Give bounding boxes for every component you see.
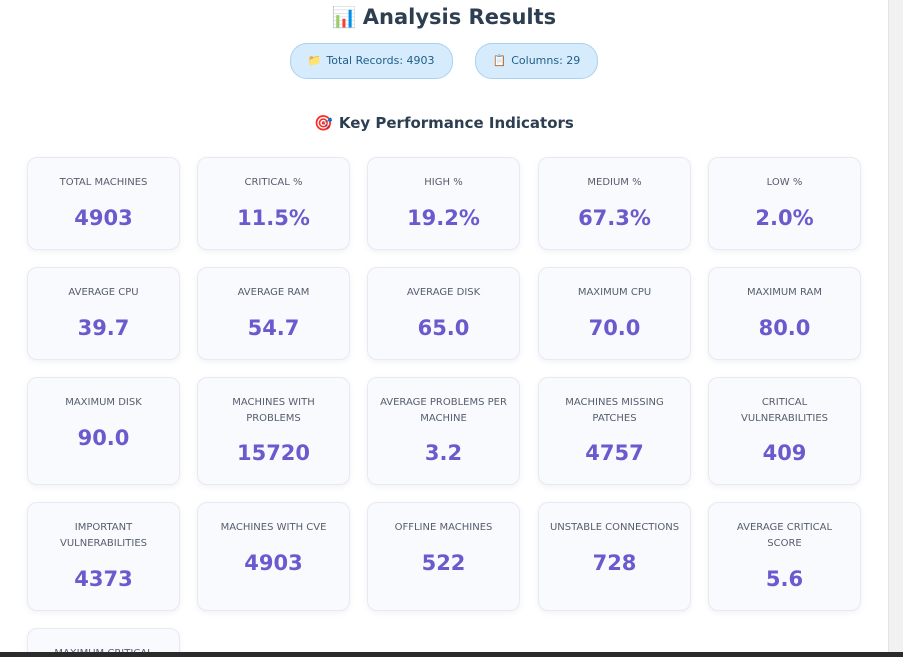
kpi-label: AVERAGE RAM [237, 287, 310, 298]
kpi-heading-text: Key Performance Indicators [338, 114, 574, 132]
kpi-label: TOTAL MACHINES [59, 177, 148, 188]
kpi-card-high-pct: HIGH % 19.2% [367, 157, 520, 250]
kpi-value: 409 [762, 441, 807, 465]
total-records-label: Total Records: 4903 [326, 54, 435, 67]
kpi-card-total-machines: TOTAL MACHINES 4903 [27, 157, 180, 250]
kpi-card-machines-with-problems: MACHINES WITH PROBLEMS 15720 [197, 377, 350, 485]
kpi-value: 70.0 [588, 316, 641, 340]
kpi-value: 54.7 [247, 316, 300, 340]
kpi-value: 2.0% [755, 206, 814, 230]
kpi-value: 5.6 [765, 567, 804, 591]
kpi-label: IMPORTANT VULNERABILITIES [60, 522, 147, 549]
kpi-label: CRITICAL VULNERABILITIES [741, 397, 828, 424]
kpi-label: UNSTABLE CONNECTIONS [549, 522, 680, 533]
kpi-value: 4373 [74, 567, 133, 591]
kpi-section-heading: 🎯 Key Performance Indicators [0, 113, 888, 133]
kpi-value: 39.7 [77, 316, 130, 340]
kpi-label: MACHINES WITH CVE [220, 522, 327, 533]
kpi-label: LOW % [766, 177, 803, 188]
kpi-value: 4903 [74, 206, 133, 230]
kpi-card-unstable-connections: UNSTABLE CONNECTIONS 728 [538, 502, 691, 611]
kpi-label: AVERAGE CPU [68, 287, 139, 298]
kpi-value: 80.0 [758, 316, 811, 340]
summary-badges: 📁 Total Records: 4903 📋 Columns: 29 [0, 43, 888, 79]
kpi-value: 4903 [244, 551, 303, 575]
columns-badge: 📋 Columns: 29 [474, 43, 599, 79]
kpi-label: AVERAGE PROBLEMS PER MACHINE [380, 397, 507, 424]
kpi-card-average-problems-per-machine: AVERAGE PROBLEMS PER MACHINE 3.2 [367, 377, 520, 485]
kpi-card-critical-pct: CRITICAL % 11.5% [197, 157, 350, 250]
window-bottom-edge [0, 652, 903, 657]
kpi-card-maximum-ram: MAXIMUM RAM 80.0 [708, 267, 861, 360]
kpi-value: 90.0 [77, 426, 130, 450]
kpi-label: MAXIMUM CPU [577, 287, 652, 298]
kpi-card-average-disk: AVERAGE DISK 65.0 [367, 267, 520, 360]
clipboard-icon: 📋 [492, 54, 507, 67]
page-title: 📊 Analysis Results [0, 4, 888, 30]
kpi-card-important-vulnerabilities: IMPORTANT VULNERABILITIES 4373 [27, 502, 180, 611]
kpi-value: 67.3% [578, 206, 651, 230]
kpi-label: MAXIMUM DISK [65, 397, 142, 408]
kpi-label: MEDIUM % [587, 177, 642, 188]
kpi-label: AVERAGE DISK [406, 287, 481, 298]
kpi-card-maximum-disk: MAXIMUM DISK 90.0 [27, 377, 180, 485]
bar-chart-icon: 📊 [331, 5, 357, 29]
kpi-value: 65.0 [417, 316, 470, 340]
scrollbar-track[interactable] [888, 0, 903, 652]
kpi-card-critical-vulnerabilities: CRITICAL VULNERABILITIES 409 [708, 377, 861, 485]
kpi-card-maximum-critical: MAXIMUM CRITICAL [27, 628, 180, 652]
folder-icon: 📁 [307, 54, 322, 67]
kpi-value: 522 [421, 551, 466, 575]
kpi-card-medium-pct: MEDIUM % 67.3% [538, 157, 691, 250]
kpi-value: 4757 [585, 441, 644, 465]
kpi-label: MACHINES MISSING PATCHES [565, 397, 664, 424]
kpi-card-average-ram: AVERAGE RAM 54.7 [197, 267, 350, 360]
columns-label: Columns: 29 [511, 54, 581, 67]
kpi-card-machines-with-cve: MACHINES WITH CVE 4903 [197, 502, 350, 611]
kpi-label: AVERAGE CRITICAL SCORE [736, 522, 833, 549]
kpi-card-offline-machines: OFFLINE MACHINES 522 [367, 502, 520, 611]
kpi-value: 15720 [236, 441, 311, 465]
kpi-card-average-critical-score: AVERAGE CRITICAL SCORE 5.6 [708, 502, 861, 611]
kpi-card-average-cpu: AVERAGE CPU 39.7 [27, 267, 180, 360]
kpi-value: 11.5% [237, 206, 310, 230]
kpi-card-maximum-cpu: MAXIMUM CPU 70.0 [538, 267, 691, 360]
page-title-text: Analysis Results [362, 5, 557, 29]
kpi-value: 19.2% [407, 206, 480, 230]
kpi-label: MACHINES WITH PROBLEMS [232, 397, 315, 424]
kpi-label: OFFLINE MACHINES [394, 522, 493, 533]
analysis-results-panel: 📊 Analysis Results 📁 Total Records: 4903 📋… [0, 0, 888, 652]
kpi-value: 3.2 [424, 441, 463, 465]
kpi-label: CRITICAL % [244, 177, 303, 188]
target-icon: 🎯 [314, 114, 333, 132]
kpi-label: HIGH % [424, 177, 463, 188]
kpi-label: MAXIMUM RAM [746, 287, 823, 298]
kpi-card-low-pct: LOW % 2.0% [708, 157, 861, 250]
total-records-badge: 📁 Total Records: 4903 [289, 43, 453, 79]
kpi-value: 728 [592, 551, 637, 575]
kpi-card-machines-missing-patches: MACHINES MISSING PATCHES 4757 [538, 377, 691, 485]
